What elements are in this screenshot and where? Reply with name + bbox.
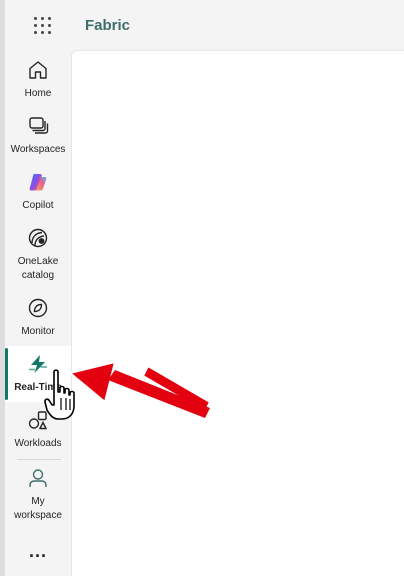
nav-label-home: Home (24, 88, 52, 99)
my-workspace-icon (29, 469, 47, 487)
left-navigation-rail: Home Workspaces Copilot OneLake catalog … (5, 50, 71, 576)
nav-label-onelake-catalog: OneLake catalog (17, 256, 59, 281)
onelake-catalog-icon (28, 228, 48, 248)
app-title[interactable]: Fabric (85, 17, 130, 34)
nav-item-home[interactable]: Home (5, 58, 71, 108)
more-options-icon: ... (28, 541, 47, 561)
more-options-button[interactable]: ... (5, 541, 71, 568)
nav-item-onelake-catalog[interactable]: OneLake catalog (5, 226, 71, 288)
pointer-hand-cursor-icon (44, 369, 75, 420)
nav-label-workspaces: Workspaces (10, 144, 66, 155)
nav-label-my-workspace: My workspace (14, 496, 62, 521)
nav-item-monitor[interactable]: Monitor (5, 296, 71, 346)
nav-item-my-workspace[interactable]: My workspace (5, 466, 71, 526)
app-launcher-icon[interactable] (34, 17, 52, 35)
nav-label-workloads: Workloads (14, 438, 62, 449)
top-bar: Fabric (5, 0, 404, 50)
nav-label-copilot: Copilot (22, 200, 54, 211)
active-indicator (5, 348, 8, 400)
nav-divider (17, 459, 61, 460)
workspaces-icon (29, 117, 49, 134)
copilot-icon (29, 174, 47, 191)
annotation-arrow-icon (67, 360, 212, 418)
nav-item-workspaces[interactable]: Workspaces (5, 114, 71, 164)
monitor-icon (28, 298, 48, 318)
nav-label-monitor: Monitor (21, 326, 55, 337)
main-content-area (71, 50, 404, 576)
nav-item-copilot[interactable]: Copilot (5, 170, 71, 220)
home-icon (29, 61, 47, 79)
